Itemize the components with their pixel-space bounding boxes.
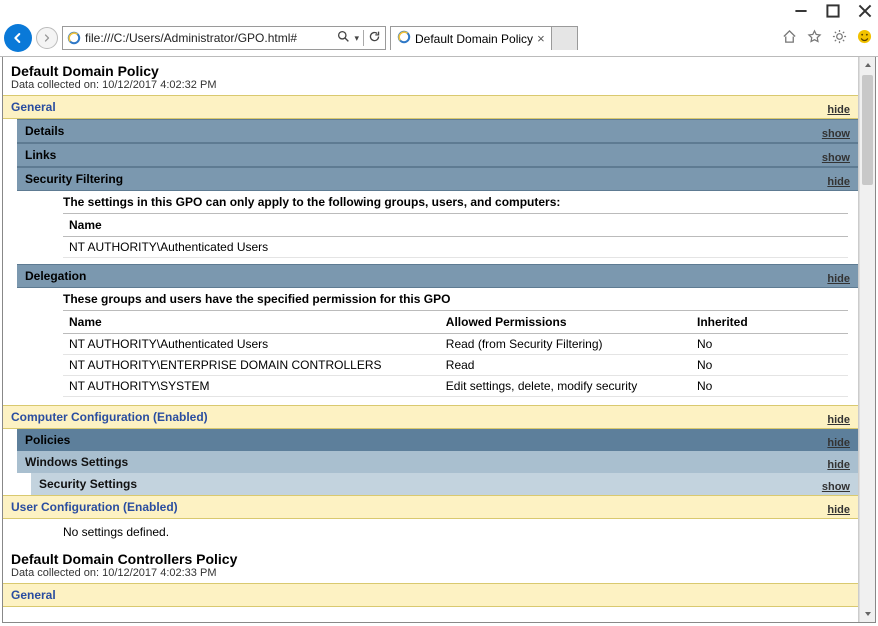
security-filtering-table: Name NT AUTHORITY\Authenticated Users xyxy=(63,213,848,258)
forward-button[interactable] xyxy=(36,27,58,49)
table-row: NT AUTHORITY\Authenticated Users Read (f… xyxy=(63,334,848,355)
gpo-title-2: Default Domain Controllers Policy xyxy=(3,545,858,567)
browser-nav-bar: file:///C:/Users/Administrator/GPO.html#… xyxy=(0,22,878,57)
gpo-collected-on: Data collected on: 10/12/2017 4:02:32 PM xyxy=(3,79,858,95)
section-security-filtering-label: Security Filtering xyxy=(25,172,123,186)
section-general-label: General xyxy=(11,100,56,114)
security-filtering-body: The settings in this GPO can only apply … xyxy=(63,191,848,258)
toggle-hide[interactable]: hide xyxy=(827,437,850,449)
browser-toolbar-right xyxy=(782,29,872,47)
cell-perm: Edit settings, delete, modify security xyxy=(440,376,691,397)
cell-name: NT AUTHORITY\Authenticated Users xyxy=(63,334,440,355)
section-links[interactable]: Links show xyxy=(17,143,858,167)
section-user-configuration[interactable]: User Configuration (Enabled) hide xyxy=(3,495,858,519)
section-policies-label: Policies xyxy=(25,433,70,447)
col-inherited: Inherited xyxy=(691,311,848,334)
delegation-body: These groups and users have the specifie… xyxy=(63,288,848,397)
section-delegation-label: Delegation xyxy=(25,269,86,283)
section-general[interactable]: General hide xyxy=(3,95,858,119)
col-permissions: Allowed Permissions xyxy=(440,311,691,334)
dropdown-icon[interactable]: ▾ xyxy=(354,33,359,44)
feedback-smiley-icon[interactable] xyxy=(857,29,872,47)
ie-favicon-icon xyxy=(67,31,81,45)
section-computer-configuration-label: Computer Configuration (Enabled) xyxy=(11,410,208,424)
new-tab-button[interactable] xyxy=(552,26,578,50)
col-name: Name xyxy=(63,214,848,237)
window-title-bar xyxy=(0,0,878,22)
address-bar-text[interactable]: file:///C:/Users/Administrator/GPO.html# xyxy=(85,31,333,45)
section-details-label: Details xyxy=(25,124,64,138)
vertical-scrollbar[interactable] xyxy=(859,57,875,622)
section-computer-configuration[interactable]: Computer Configuration (Enabled) hide xyxy=(3,405,858,429)
table-row: NT AUTHORITY\ENTERPRISE DOMAIN CONTROLLE… xyxy=(63,355,848,376)
toggle-hide[interactable]: hide xyxy=(827,176,850,188)
back-button[interactable] xyxy=(4,24,32,52)
cell-inh: No xyxy=(691,355,848,376)
minimize-button[interactable] xyxy=(794,4,808,18)
section-details[interactable]: Details show xyxy=(17,119,858,143)
section-windows-settings-label: Windows Settings xyxy=(25,455,128,469)
section-windows-settings[interactable]: Windows Settings hide xyxy=(17,451,858,473)
cell-name: NT AUTHORITY\SYSTEM xyxy=(63,376,440,397)
search-icon[interactable] xyxy=(337,30,350,46)
separator xyxy=(363,30,364,46)
cell-perm: Read (from Security Filtering) xyxy=(440,334,691,355)
no-settings-text: No settings defined. xyxy=(63,519,858,545)
scrollbar-thumb[interactable] xyxy=(862,75,873,185)
section-delegation[interactable]: Delegation hide xyxy=(17,264,858,288)
section-policies[interactable]: Policies hide xyxy=(17,429,858,451)
scroll-up-arrow[interactable] xyxy=(860,57,875,73)
col-name: Name xyxy=(63,311,440,334)
toggle-hide[interactable]: hide xyxy=(827,273,850,285)
tools-icon[interactable] xyxy=(832,29,847,47)
cell-inh: No xyxy=(691,334,848,355)
ie-favicon-icon xyxy=(397,30,411,47)
tab-active[interactable]: Default Domain Policy × xyxy=(390,26,552,50)
section-security-settings[interactable]: Security Settings show xyxy=(31,473,858,495)
section-security-settings-label: Security Settings xyxy=(39,477,137,491)
cell-perm: Read xyxy=(440,355,691,376)
cell-inh: No xyxy=(691,376,848,397)
toggle-hide[interactable]: hide xyxy=(827,459,850,471)
toggle-hide[interactable]: hide xyxy=(827,104,850,116)
security-filtering-caption: The settings in this GPO can only apply … xyxy=(63,191,848,213)
delegation-table: Name Allowed Permissions Inherited NT AU… xyxy=(63,310,848,397)
scroll-down-arrow[interactable] xyxy=(860,606,875,622)
section-security-filtering[interactable]: Security Filtering hide xyxy=(17,167,858,191)
section-general-2[interactable]: General xyxy=(3,583,858,607)
table-row: NT AUTHORITY\Authenticated Users xyxy=(63,237,848,258)
toggle-show[interactable]: show xyxy=(822,128,850,140)
browser-viewport: Default Domain Policy Data collected on:… xyxy=(2,57,876,623)
address-bar-tools: ▾ xyxy=(337,30,381,46)
address-bar[interactable]: file:///C:/Users/Administrator/GPO.html#… xyxy=(62,26,386,50)
toggle-hide[interactable]: hide xyxy=(827,504,850,516)
section-user-configuration-label: User Configuration (Enabled) xyxy=(11,500,178,514)
maximize-button[interactable] xyxy=(826,4,840,18)
gpo-title: Default Domain Policy xyxy=(3,57,858,79)
cell-name: NT AUTHORITY\ENTERPRISE DOMAIN CONTROLLE… xyxy=(63,355,440,376)
delegation-caption: These groups and users have the specifie… xyxy=(63,288,848,310)
page-content[interactable]: Default Domain Policy Data collected on:… xyxy=(3,57,859,622)
section-links-label: Links xyxy=(25,148,56,162)
tab-strip: Default Domain Policy × xyxy=(390,26,578,50)
toggle-hide[interactable]: hide xyxy=(827,414,850,426)
table-row: NT AUTHORITY\SYSTEM Edit settings, delet… xyxy=(63,376,848,397)
favorites-icon[interactable] xyxy=(807,29,822,47)
section-general-2-label: General xyxy=(11,588,56,602)
toggle-show[interactable]: show xyxy=(822,481,850,493)
cell-name: NT AUTHORITY\Authenticated Users xyxy=(63,237,848,258)
toggle-show[interactable]: show xyxy=(822,152,850,164)
refresh-icon[interactable] xyxy=(368,30,381,46)
gpo-collected-on-2: Data collected on: 10/12/2017 4:02:33 PM xyxy=(3,567,858,583)
tab-close-icon[interactable]: × xyxy=(537,31,545,46)
home-icon[interactable] xyxy=(782,29,797,47)
close-button[interactable] xyxy=(858,4,872,18)
tab-title: Default Domain Policy xyxy=(415,32,533,46)
